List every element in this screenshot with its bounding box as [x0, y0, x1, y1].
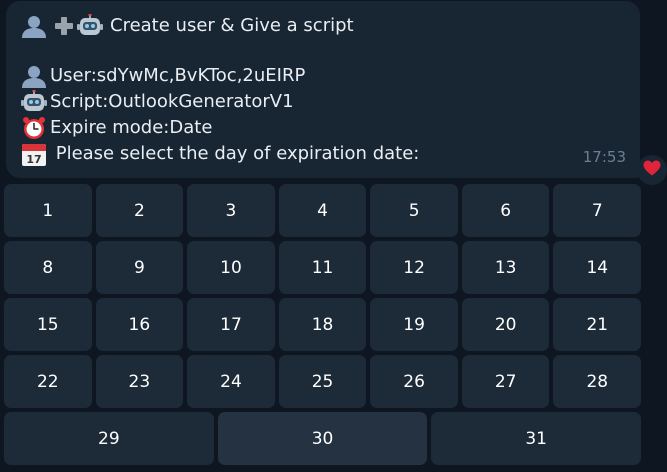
day-button-25[interactable]: 25 — [278, 355, 367, 408]
day-button-28[interactable]: 28 — [553, 355, 642, 408]
day-button-13[interactable]: 13 — [461, 241, 550, 294]
day-button-11[interactable]: 11 — [278, 241, 367, 294]
heart-icon — [643, 160, 661, 180]
day-button-7[interactable]: 7 — [553, 184, 642, 237]
day-button-3[interactable]: 3 — [187, 184, 275, 237]
keyboard-row: 1234567 — [4, 184, 642, 237]
alarm-clock-icon — [20, 116, 48, 140]
day-button-10[interactable]: 10 — [187, 241, 275, 294]
select-text: Please select the day of expiration date… — [50, 143, 420, 164]
day-button-23[interactable]: 23 — [95, 355, 184, 408]
robot-icon — [20, 90, 48, 114]
chat-view: Create user & Give a script User:sdYwMc,… — [0, 0, 667, 472]
day-button-29[interactable]: 29 — [4, 412, 214, 465]
bot-message-bubble: Create user & Give a script User:sdYwMc,… — [6, 1, 640, 178]
day-button-15[interactable]: 15 — [4, 298, 92, 351]
svg-text:17: 17 — [26, 153, 41, 166]
day-button-2[interactable]: 2 — [95, 184, 184, 237]
expire-line: Expire mode:Date — [20, 115, 624, 141]
user-line: User:sdYwMc,BvKToc,2uEIRP — [20, 63, 624, 89]
plus-icon — [50, 14, 74, 38]
day-button-16[interactable]: 16 — [95, 298, 184, 351]
day-button-18[interactable]: 18 — [278, 298, 367, 351]
day-button-5[interactable]: 5 — [370, 184, 458, 237]
day-button-21[interactable]: 21 — [553, 298, 642, 351]
day-button-12[interactable]: 12 — [370, 241, 458, 294]
calendar-icon: 17 — [20, 142, 48, 166]
user-icon — [20, 14, 48, 38]
script-line: Script:OutlookGeneratorV1 — [20, 89, 624, 115]
day-button-24[interactable]: 24 — [187, 355, 275, 408]
day-button-30[interactable]: 30 — [217, 412, 428, 465]
select-line: 17 Please select the day of expiration d… — [20, 141, 624, 167]
day-button-20[interactable]: 20 — [461, 298, 550, 351]
keyboard-row: 22 23 24 25 26 27 28 — [4, 355, 642, 408]
day-button-4[interactable]: 4 — [278, 184, 367, 237]
day-button-26[interactable]: 26 — [370, 355, 458, 408]
day-button-6[interactable]: 6 — [461, 184, 550, 237]
keyboard-row: 15 16 17 18 19 20 21 — [4, 298, 642, 351]
day-button-14[interactable]: 14 — [553, 241, 642, 294]
day-button-27[interactable]: 27 — [461, 355, 550, 408]
day-button-8[interactable]: 8 — [4, 241, 92, 294]
reaction-badge[interactable] — [637, 155, 667, 185]
inline-keyboard: 1 2 3 4 5 6 7 8 9 10 11 12 13 14 15 16 17 18 19 20 21 22 23 24 2… — [4, 184, 642, 469]
message-title-line: Create user & Give a script — [20, 13, 624, 39]
message-title: Create user & Give a script — [110, 15, 354, 36]
expire-text: Expire mode:Date — [50, 117, 213, 138]
day-button-9[interactable]: 9 — [95, 241, 184, 294]
day-button-31[interactable]: 31 — [431, 412, 642, 465]
day-button-1[interactable]: 1 — [4, 184, 92, 237]
script-text: Script:OutlookGeneratorV1 — [50, 91, 294, 112]
keyboard-row: 8 9 10 11 12 13 14 — [4, 241, 642, 294]
keyboard-row: 29 30 31 — [4, 412, 642, 465]
robot-icon — [76, 14, 104, 38]
day-button-19[interactable]: 19 — [370, 298, 458, 351]
user-icon — [20, 64, 48, 88]
message-time: 17:53 — [582, 148, 626, 166]
day-button-17[interactable]: 17 — [187, 298, 275, 351]
day-button-22[interactable]: 22 — [4, 355, 92, 408]
user-text: User:sdYwMc,BvKToc,2uEIRP — [50, 65, 306, 86]
